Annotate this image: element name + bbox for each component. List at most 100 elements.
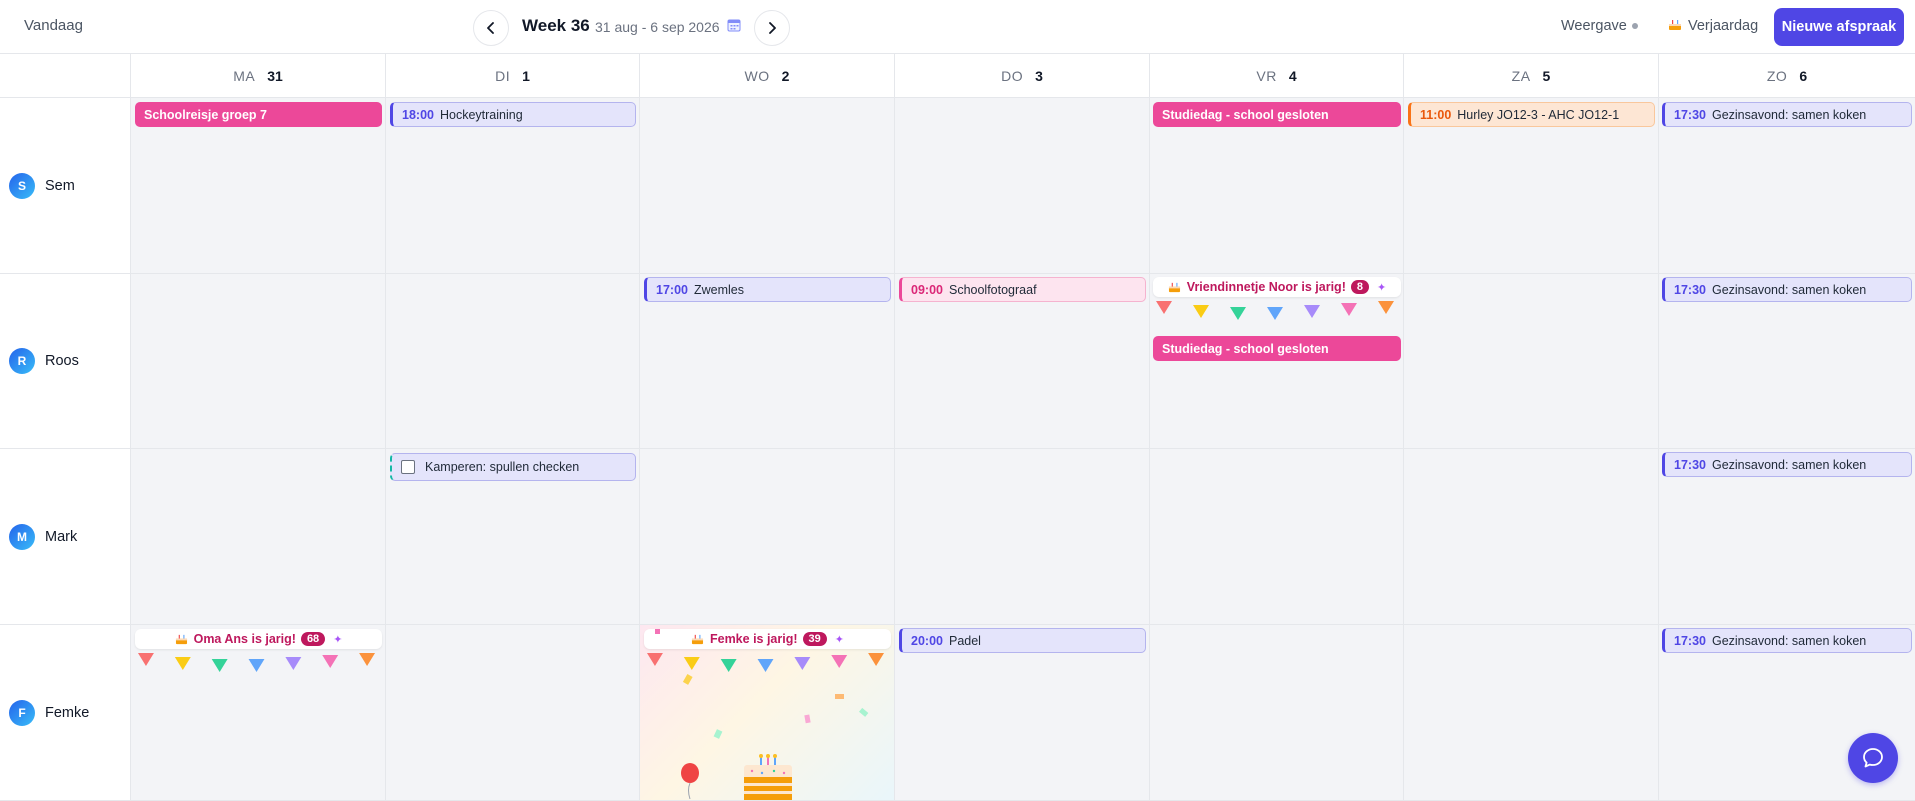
day-number: 5: [1542, 67, 1551, 84]
event[interactable]: 20:00 Padel: [899, 628, 1146, 653]
day-header-wo: WO 2: [639, 54, 894, 98]
birthday-banner[interactable]: Vriendinnetje Noor is jarig! 8 ✦: [1153, 277, 1401, 297]
person-name: Sem: [45, 177, 75, 194]
birthday-title: Oma Ans is jarig!: [193, 632, 296, 646]
cell-sem-vr[interactable]: Studiedag - school gesloten: [1149, 98, 1403, 274]
chevron-left-icon: [487, 22, 494, 34]
person-row-mark: M Mark: [0, 449, 130, 625]
task-checkbox[interactable]: [401, 460, 415, 474]
event-title: Gezinsavond: samen koken: [1711, 282, 1867, 297]
cell-mark-zo[interactable]: 17:30 Gezinsavond: samen koken: [1658, 449, 1915, 625]
birthday-label: Verjaardag: [1688, 18, 1759, 34]
event-title: Gezinsavond: samen koken: [1711, 633, 1867, 648]
cell-mark-do[interactable]: [894, 449, 1149, 625]
event-title: Kamperen: spullen checken: [425, 460, 580, 474]
day-header-do: DO 3: [894, 54, 1149, 98]
event-allday[interactable]: Studiedag - school gesloten: [1153, 102, 1401, 127]
view-button[interactable]: Weergave: [1561, 18, 1638, 34]
event-time: 20:00: [911, 633, 943, 648]
event[interactable]: 09:00 Schoolfotograaf: [899, 277, 1146, 302]
event[interactable]: 11:00 Hurley JO12-3 - AHC JO12-1: [1408, 102, 1655, 127]
event-allday[interactable]: Schoolreisje groep 7: [135, 102, 382, 127]
event[interactable]: 17:30 Gezinsavond: samen koken: [1662, 452, 1912, 477]
event[interactable]: 17:30 Gezinsavond: samen koken: [1662, 102, 1912, 127]
age-badge: 68: [300, 632, 326, 646]
birthday-button[interactable]: Verjaardag: [1668, 18, 1758, 34]
previous-week-button[interactable]: [473, 10, 509, 46]
cell-sem-di[interactable]: 18:00 Hockeytraining: [385, 98, 639, 274]
cell-mark-wo[interactable]: [639, 449, 894, 625]
day-dow: ZO: [1766, 67, 1788, 84]
today-button[interactable]: Vandaag: [24, 17, 83, 34]
day-header-di: DI 1: [385, 54, 639, 98]
avatar: S: [9, 172, 35, 199]
cell-mark-vr[interactable]: [1149, 449, 1403, 625]
event-title: Hockeytraining: [439, 107, 523, 122]
task-event[interactable]: Kamperen: spullen checken: [390, 453, 636, 481]
avatar: R: [9, 348, 35, 374]
cell-roos-di[interactable]: [385, 274, 639, 449]
view-dot-icon: [1631, 23, 1638, 30]
birthday-banner[interactable]: Oma Ans is jarig! 68 ✦: [135, 629, 382, 649]
person-row-femke: F Femke: [0, 625, 130, 801]
chevron-right-icon: [769, 22, 776, 34]
avatar: F: [9, 699, 35, 726]
cell-roos-za[interactable]: [1403, 274, 1658, 449]
cell-sem-za[interactable]: 11:00 Hurley JO12-3 - AHC JO12-1: [1403, 98, 1658, 274]
age-badge: 8: [1350, 280, 1369, 294]
cell-mark-za[interactable]: [1403, 449, 1658, 625]
cell-sem-ma[interactable]: Schoolreisje groep 7: [130, 98, 385, 274]
day-dow: DI: [495, 67, 511, 84]
day-header-vr: VR 4: [1149, 54, 1403, 98]
cell-roos-vr[interactable]: Vriendinnetje Noor is jarig! 8 ✦ Studied…: [1149, 274, 1403, 449]
new-appointment-button[interactable]: Nieuwe afspraak: [1774, 8, 1904, 46]
chat-icon: [1863, 748, 1883, 768]
day-dow: ZA: [1511, 67, 1531, 84]
event-time: 18:00: [402, 107, 434, 122]
balloon-icon: [681, 763, 699, 799]
day-header-za: ZA 5: [1403, 54, 1658, 98]
event-allday[interactable]: Studiedag - school gesloten: [1153, 336, 1401, 361]
top-toolbar: Vandaag Week 36 31 aug - 6 sep 2026 Weer…: [0, 0, 1915, 54]
day-header-ma: MA 31: [130, 54, 385, 98]
cell-femke-vr[interactable]: [1149, 625, 1403, 801]
cell-femke-za[interactable]: [1403, 625, 1658, 801]
cell-sem-do[interactable]: [894, 98, 1149, 274]
event[interactable]: 17:00 Zwemles: [644, 277, 891, 302]
event-time: 17:30: [1674, 633, 1706, 648]
cell-mark-di[interactable]: Kamperen: spullen checken: [385, 449, 639, 625]
cell-femke-wo[interactable]: Femke is jarig! 39 ✦: [639, 625, 894, 801]
cell-sem-wo[interactable]: [639, 98, 894, 274]
cell-roos-wo[interactable]: 17:00 Zwemles: [639, 274, 894, 449]
day-number: 4: [1288, 67, 1297, 84]
event[interactable]: 17:30 Gezinsavond: samen koken: [1662, 277, 1912, 302]
cell-roos-ma[interactable]: [130, 274, 385, 449]
calendar-icon[interactable]: [727, 18, 741, 32]
event[interactable]: 18:00 Hockeytraining: [390, 102, 636, 127]
cake-icon: [175, 634, 187, 645]
cell-femke-do[interactable]: 20:00 Padel: [894, 625, 1149, 801]
event-time: 17:00: [656, 282, 688, 297]
event-title: Studiedag - school gesloten: [1162, 107, 1329, 122]
party-icon: ✦: [333, 633, 343, 646]
cell-roos-do[interactable]: 09:00 Schoolfotograaf: [894, 274, 1149, 449]
week-range: 31 aug - 6 sep 2026: [595, 19, 720, 35]
week-grid: MA 31 DI 1 WO 2 DO 3 VR 4 ZA 5 ZO 6 S Sem R Roos …: [0, 54, 1915, 801]
day-number: 31: [267, 67, 283, 84]
cell-sem-zo[interactable]: 17:30 Gezinsavond: samen koken: [1658, 98, 1915, 274]
event-title: Schoolreisje groep 7: [144, 107, 267, 122]
next-week-button[interactable]: [754, 10, 790, 46]
day-number: 6: [1799, 67, 1808, 84]
cell-femke-ma[interactable]: Oma Ans is jarig! 68 ✦: [130, 625, 385, 801]
event[interactable]: 17:30 Gezinsavond: samen koken: [1662, 628, 1912, 653]
party-icon: ✦: [1376, 281, 1387, 294]
day-dow: DO: [1001, 67, 1024, 84]
cell-femke-di[interactable]: [385, 625, 639, 801]
event-title: Gezinsavond: samen koken: [1711, 107, 1867, 122]
grid-corner: [0, 54, 130, 98]
chat-button[interactable]: [1848, 733, 1898, 783]
bunting-decoration: [137, 653, 376, 672]
day-header-zo: ZO 6: [1658, 54, 1915, 98]
cell-mark-ma[interactable]: [130, 449, 385, 625]
cell-roos-zo[interactable]: 17:30 Gezinsavond: samen koken: [1658, 274, 1915, 449]
